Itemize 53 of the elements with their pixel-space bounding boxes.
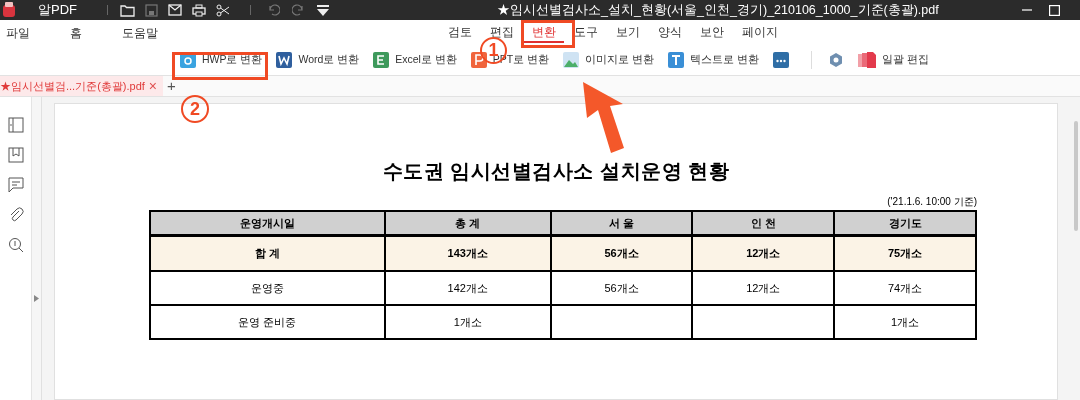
text-file-icon — [668, 52, 685, 68]
convert-button[interactable]: Excel로 변환 — [369, 48, 461, 72]
bookmark-icon[interactable] — [7, 147, 24, 163]
maximize-icon[interactable] — [1049, 4, 1060, 16]
expand-arrow-icon[interactable] — [34, 295, 39, 302]
tab-label: ★임시선별검...기준(총괄).pdf — [0, 78, 145, 94]
comment-icon[interactable] — [7, 177, 24, 193]
pages-icon — [858, 52, 877, 68]
menu-item[interactable]: 파일 — [6, 23, 30, 42]
new-tab-button[interactable]: + — [167, 76, 176, 96]
ribbon-tab[interactable]: 도구 — [566, 22, 606, 43]
scrollbar-thumb[interactable] — [1074, 121, 1078, 231]
menu-item[interactable]: 도움말 — [122, 23, 158, 42]
table-cell: 1개소 — [384, 305, 551, 339]
ribbon-tab[interactable]: 보안 — [692, 22, 732, 43]
convert-button[interactable]: 텍스트로 변환 — [664, 48, 764, 72]
more-icon — [773, 52, 790, 68]
ribbon-tab[interactable]: 검토 — [440, 22, 480, 43]
hexagon-icon — [828, 52, 845, 68]
excel-file-icon — [373, 52, 390, 68]
word-file-icon — [276, 52, 293, 68]
menu-item[interactable]: 홈 — [70, 23, 82, 42]
step-marker: 2 — [181, 95, 209, 123]
search-icon[interactable] — [7, 237, 24, 253]
undo-icon[interactable] — [267, 4, 280, 16]
dropdown-icon[interactable] — [317, 4, 329, 16]
ribbon-tab[interactable]: 변환 — [524, 22, 564, 43]
folder-icon[interactable] — [120, 3, 135, 17]
document-tab[interactable]: ★임시선별검...기준(총괄).pdf × — [0, 76, 163, 96]
image-file-icon — [563, 52, 580, 68]
convert-button[interactable]: Word로 변환 — [272, 48, 364, 72]
panel-icon[interactable] — [7, 117, 24, 133]
table-cell: 운영 준비중 — [150, 305, 385, 339]
ribbon-tab[interactable]: 편집 — [482, 22, 522, 43]
ppt-file-icon — [470, 52, 487, 68]
scissors-icon[interactable] — [216, 3, 230, 17]
ribbon-tab[interactable]: 보기 — [608, 22, 648, 43]
convert-button[interactable]: 일괄 편집 — [854, 48, 933, 72]
save-icon[interactable] — [145, 3, 158, 17]
app-logo-icon — [2, 2, 16, 18]
document-title: 수도권 임시선별검사소 설치운영 현황 — [382, 159, 730, 184]
app-name: 알PDF — [38, 1, 77, 20]
ribbon-tab[interactable]: 양식 — [650, 22, 690, 43]
print-icon[interactable] — [192, 3, 206, 17]
highlight-frame — [521, 20, 575, 48]
ribbon-tab[interactable]: 페이지 — [734, 22, 786, 43]
convert-button[interactable]: 이미지로 변환 — [559, 48, 659, 72]
mail-icon[interactable] — [168, 4, 182, 16]
window-title: ★임시선별검사소_설치_현황(서울_인천_경기)_210106_1000_기준(총괄).pdf — [497, 1, 939, 19]
table-cell: 1개소 — [834, 305, 976, 339]
date-note: ('21.1.6. 10:00 기준) — [887, 195, 977, 209]
convert-button[interactable]: HWP로 변환 — [176, 48, 267, 72]
redo-icon[interactable] — [292, 4, 305, 16]
